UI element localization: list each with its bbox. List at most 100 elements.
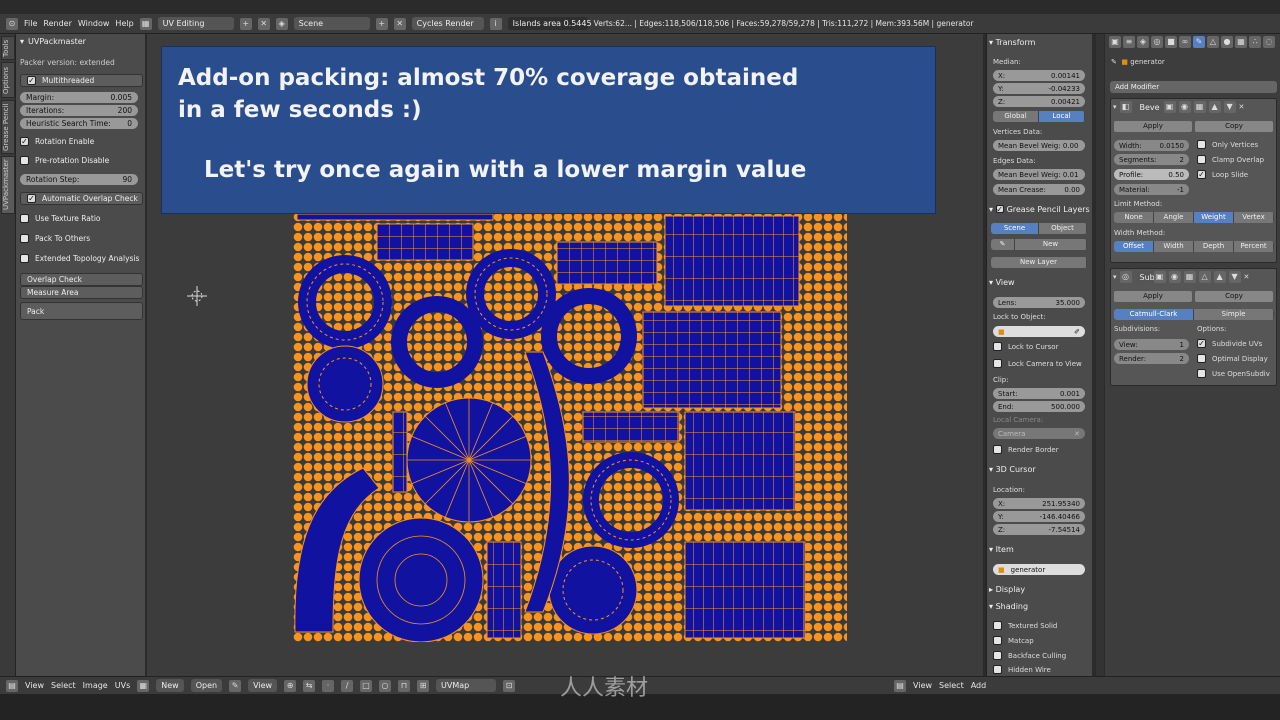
grease-panel-header[interactable]: ▾ ✓ Grease Pencil Layers	[989, 203, 1090, 215]
prerotation-checkbox[interactable]: Pre-rotation Disable	[20, 154, 143, 166]
image-browse-icon[interactable]: ▦	[137, 679, 150, 692]
clip-start-field[interactable]: Start: 0.001	[993, 388, 1085, 399]
editmode-icon[interactable]: ▦	[1183, 271, 1196, 283]
object-icon[interactable]: ■	[1165, 36, 1177, 48]
menu-window[interactable]: Window	[78, 19, 110, 28]
move-up-icon[interactable]: ▲	[1213, 271, 1226, 283]
menu-select-right[interactable]: Select	[939, 681, 964, 690]
lock-icon[interactable]: ⊡	[503, 679, 516, 692]
transform-panel-header[interactable]: ▾ Transform	[989, 36, 1035, 48]
menu-select[interactable]: Select	[51, 681, 76, 690]
use-opensubdiv-checkbox[interactable]: Use OpenSubdiv	[1197, 369, 1270, 378]
view-panel-header[interactable]: ▾ View	[989, 276, 1015, 288]
eyedropper-icon[interactable]: ✐	[1074, 328, 1080, 336]
view-mode-select[interactable]: View	[248, 679, 278, 692]
subsurf-view-field[interactable]: View: 1	[1114, 339, 1189, 350]
pivot-icon[interactable]: ⊕	[284, 679, 297, 692]
uv-islands-canvas[interactable]	[293, 212, 847, 642]
median-x-field[interactable]: X: 0.00141	[993, 70, 1085, 81]
editor-type-icon-right[interactable]: ▤	[894, 679, 907, 692]
blender-icon[interactable]: ⊙	[6, 17, 18, 30]
pencil-icon[interactable]: ✎	[991, 239, 1015, 250]
width-depth[interactable]: Depth	[1194, 241, 1234, 252]
render-engine-select[interactable]: Cycles Render	[411, 17, 484, 30]
cage-icon[interactable]: △	[1198, 271, 1211, 283]
clip-end-field[interactable]: End: 500.000	[993, 401, 1085, 412]
material-icon[interactable]: ●	[1221, 36, 1233, 48]
close-icon[interactable]: ✕	[257, 17, 270, 30]
particles-icon[interactable]: ∴	[1249, 36, 1261, 48]
menu-add-right[interactable]: Add	[971, 681, 987, 690]
collapse-triangle-icon[interactable]: ▾	[1113, 103, 1117, 111]
pin-icon[interactable]: ✎	[229, 679, 242, 692]
open-image-button[interactable]: Open	[190, 679, 223, 692]
item-name-field[interactable]: ■ generator	[993, 564, 1085, 575]
item-panel-header[interactable]: ▾ Item	[989, 543, 1014, 555]
clear-icon[interactable]: ✕	[1074, 430, 1080, 438]
rotation-step-field[interactable]: Rotation Step: 90	[20, 173, 143, 185]
sidebar-scrollbar[interactable]	[1096, 34, 1104, 676]
use-texture-ratio-checkbox[interactable]: Use Texture Ratio	[20, 212, 143, 224]
uvmap-select[interactable]: UVMap	[436, 679, 497, 692]
add-scene-icon[interactable]: +	[375, 17, 388, 30]
global-button[interactable]: Global	[993, 111, 1039, 122]
median-y-field[interactable]: Y: -0.04233	[993, 83, 1085, 94]
physics-icon[interactable]: ◌	[1263, 36, 1275, 48]
render-icon[interactable]: ▣	[1109, 36, 1121, 48]
backface-checkbox[interactable]: Backface Culling	[993, 651, 1066, 660]
menu-view[interactable]: View	[25, 681, 44, 690]
bevel-width-field[interactable]: Width: 0.0150	[1114, 140, 1189, 151]
limit-method-toggle[interactable]: NoneAngleWeightVertex Gr...	[1114, 212, 1274, 223]
margin-field[interactable]: Margin: 0.005	[20, 91, 143, 103]
wrench-icon[interactable]: ✎	[1193, 36, 1205, 48]
lock-object-field[interactable]: ■ ✐	[993, 326, 1085, 337]
editor-type-icon[interactable]: ▤	[6, 679, 18, 692]
local-button[interactable]: Local	[1039, 111, 1085, 122]
median-z-field[interactable]: Z: 0.00421	[993, 96, 1085, 107]
render-border-checkbox[interactable]: Render Border	[993, 445, 1059, 454]
close-icon[interactable]: ✕	[1244, 273, 1250, 281]
layers-icon[interactable]: ≡	[1123, 36, 1135, 48]
lock-cursor-checkbox[interactable]: Lock to Cursor	[993, 342, 1058, 351]
auto-overlap-checkbox[interactable]: ✓ Automatic Overlap Check	[20, 192, 143, 205]
scene-icon[interactable]: ◈	[1137, 36, 1149, 48]
rotation-enable-checkbox[interactable]: ✓ Rotation Enable	[20, 135, 143, 147]
sync-selection-icon[interactable]: ⇆	[303, 679, 316, 692]
new-image-button[interactable]: New	[156, 679, 184, 692]
subsurf-name-field[interactable]: Sub	[1134, 271, 1155, 283]
hidden-wire-checkbox[interactable]: Hidden Wire	[993, 665, 1051, 674]
edge-select-icon[interactable]: /	[341, 679, 354, 692]
subdivide-uvs-checkbox[interactable]: ✓ Subdivide UVs	[1197, 339, 1262, 348]
tab-uvpackmaster[interactable]: UVPackmaster	[1, 156, 15, 214]
screen-layout-field[interactable]: UV Editing	[157, 17, 234, 30]
extended-topology-checkbox[interactable]: Extended Topology Analysis	[20, 252, 143, 264]
bevel-material-field[interactable]: Material: -1	[1114, 184, 1189, 195]
cursor3d-panel-header[interactable]: ▾ 3D Cursor	[989, 463, 1036, 475]
width-width[interactable]: Width	[1154, 241, 1194, 252]
heuristic-field[interactable]: Heuristic Search Time: 0	[20, 117, 143, 129]
limit-weight[interactable]: Weight	[1194, 212, 1234, 223]
matcap-checkbox[interactable]: Matcap	[993, 636, 1034, 645]
limit-angle[interactable]: Angle	[1154, 212, 1194, 223]
editmode-icon[interactable]: ▦	[1193, 101, 1206, 113]
mean-crease-field[interactable]: Mean Crease: 0.00	[993, 184, 1085, 195]
camera-icon[interactable]: ▣	[1153, 271, 1166, 283]
move-up-icon[interactable]: ▲	[1208, 101, 1221, 113]
optimal-display-checkbox[interactable]: Optimal Display	[1197, 354, 1268, 363]
subdivision-type-toggle[interactable]: Catmull-Clark Simple	[1114, 309, 1274, 320]
bevel-copy-button[interactable]: Copy	[1195, 121, 1273, 132]
lens-field[interactable]: Lens: 35.000	[993, 297, 1085, 308]
tab-grease-pencil[interactable]: Grease Pencil	[1, 100, 15, 154]
pack-button[interactable]: Pack	[20, 302, 143, 320]
close-scene-icon[interactable]: ✕	[393, 17, 406, 30]
display-panel-header[interactable]: ▸ Display	[989, 583, 1025, 595]
camera-icon[interactable]: ▣	[1163, 101, 1176, 113]
grease-source-toggle[interactable]: Scene Object	[991, 223, 1087, 234]
proportional-icon[interactable]: ○	[379, 679, 392, 692]
subsurf-copy-button[interactable]: Copy	[1195, 291, 1273, 302]
global-local-toggle[interactable]: Global Local	[993, 111, 1085, 122]
textured-solid-checkbox[interactable]: Textured Solid	[993, 621, 1057, 630]
scene-icon[interactable]: ◈	[275, 17, 288, 30]
bevel-apply-button[interactable]: Apply	[1114, 121, 1192, 132]
grease-object-button[interactable]: Object	[1039, 223, 1087, 234]
